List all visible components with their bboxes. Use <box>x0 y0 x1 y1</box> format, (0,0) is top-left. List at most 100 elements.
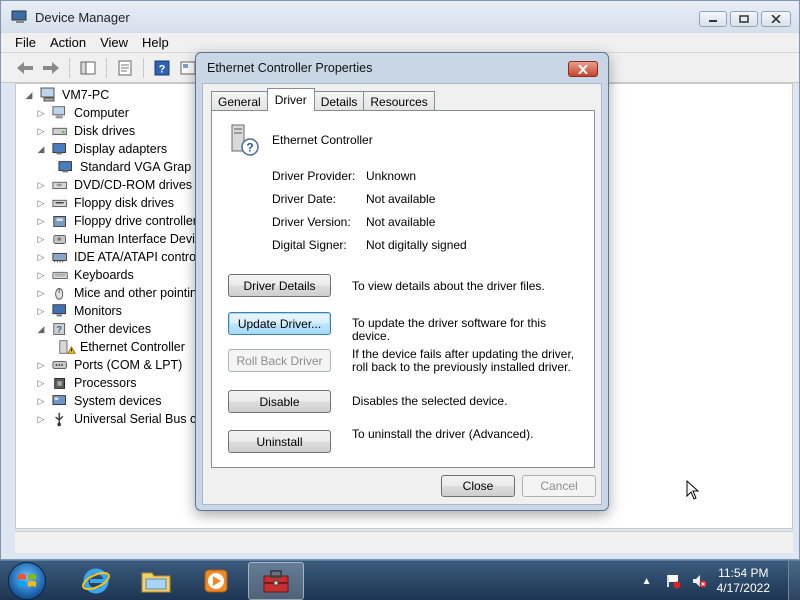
forward-button[interactable] <box>41 58 61 78</box>
update-driver-button[interactable]: Update Driver... <box>228 312 331 335</box>
expand-arrow-icon[interactable]: ▷ <box>36 378 46 388</box>
prop-key: Driver Version: <box>272 215 351 229</box>
collapse-arrow-icon[interactable]: ◢ <box>36 324 46 334</box>
tab-details[interactable]: Details <box>313 91 365 111</box>
prop-key: Driver Date: <box>272 192 337 206</box>
tree-category[interactable]: ▷ IDE ATA/ATAPI contro <box>24 248 203 266</box>
tree-category[interactable]: ▷ Computer <box>24 104 203 122</box>
menu-action[interactable]: Action <box>50 35 86 50</box>
start-button[interactable] <box>8 561 46 600</box>
expand-arrow-icon[interactable]: ▷ <box>36 108 46 118</box>
display-adapter-icon <box>52 143 66 155</box>
taskbar-device-manager[interactable] <box>248 561 304 600</box>
tree-item-label: Disk drives <box>74 124 136 138</box>
tab-driver[interactable]: Driver <box>266 88 315 111</box>
menu-help[interactable]: Help <box>142 35 169 50</box>
tree-category[interactable]: ▷ DVD/CD-ROM drives <box>24 176 203 194</box>
folder-icon <box>141 572 171 592</box>
expand-arrow-icon[interactable]: ▷ <box>36 360 46 370</box>
menu-view[interactable]: View <box>100 35 128 50</box>
floppy-controller-icon <box>53 216 66 227</box>
help-button[interactable]: ? <box>152 58 172 78</box>
tab-resources[interactable]: Resources <box>363 91 435 111</box>
update-driver-description: To update the driver software for this d… <box>352 316 547 343</box>
window-title: Device Manager <box>35 9 130 25</box>
cancel-button[interactable]: Cancel <box>522 475 596 497</box>
tree-category[interactable]: ▷ Floppy disk drives <box>24 194 203 212</box>
tree-category[interactable]: ▷ System devices <box>24 392 203 410</box>
expand-arrow-icon[interactable]: ▷ <box>36 126 46 136</box>
tree-category[interactable]: ▷ Disk drives <box>24 122 203 140</box>
menu-bar: File Action View Help <box>1 33 799 53</box>
driver-details-button[interactable]: Driver Details <box>228 274 331 297</box>
tree-category[interactable]: ▷ Mice and other pointin <box>24 284 203 302</box>
tree-root[interactable]: ◢ VM7-PC <box>24 86 203 104</box>
window-controls <box>699 11 791 27</box>
maximize-button[interactable] <box>730 11 758 27</box>
action-center-icon[interactable] <box>665 573 681 589</box>
tree-category[interactable]: ▷ Monitors <box>24 302 203 320</box>
device-tree: ◢ VM7-PC ▷ Computer ▷ Disk drives ◢ Display a… <box>24 86 203 428</box>
disable-button[interactable]: Disable <box>228 390 331 413</box>
minimize-button[interactable] <box>699 11 727 27</box>
maximize-icon <box>739 15 749 23</box>
window-close-button[interactable] <box>761 11 791 27</box>
tree-category[interactable]: ▷ Human Interface Devic <box>24 230 203 248</box>
windows-logo-icon <box>18 573 36 587</box>
show-desktop-button[interactable] <box>788 561 800 600</box>
tree-category[interactable]: ▷ Universal Serial Bus co <box>24 410 203 428</box>
show-hidden-icons-button[interactable]: ▲ <box>639 573 655 589</box>
expand-arrow-icon[interactable]: ▷ <box>36 180 46 190</box>
tree-category[interactable]: ▷ Ports (COM & LPT) <box>24 356 203 374</box>
prop-value: Not available <box>366 215 436 229</box>
tree-category[interactable]: ▷ Processors <box>24 374 203 392</box>
expand-arrow-icon[interactable]: ▷ <box>36 270 46 280</box>
tree-child-item[interactable]: Ethernet Controller <box>24 338 203 356</box>
expand-arrow-icon[interactable]: ▷ <box>36 252 46 262</box>
collapse-arrow-icon[interactable]: ◢ <box>36 144 46 154</box>
tab-general[interactable]: General <box>211 91 268 111</box>
expand-arrow-icon[interactable]: ▷ <box>36 306 46 316</box>
device-manager-icon <box>11 10 27 23</box>
back-button[interactable] <box>15 58 35 78</box>
internet-explorer-icon <box>82 568 110 593</box>
taskbar-internet-explorer[interactable] <box>68 562 124 600</box>
roll-back-driver-button[interactable]: Roll Back Driver <box>228 349 331 372</box>
dialog-close-button[interactable] <box>568 61 598 77</box>
expand-arrow-icon[interactable]: ▷ <box>36 216 46 226</box>
tree-category[interactable]: ▷ Floppy drive controller <box>24 212 203 230</box>
port-icon <box>52 360 67 370</box>
dialog-body: General Driver Details Resources ? Ether… <box>202 83 602 505</box>
mouse-cursor-icon <box>686 480 700 500</box>
uninstall-button[interactable]: Uninstall <box>228 430 331 453</box>
taskbar-media-player[interactable] <box>188 562 244 600</box>
back-arrow-icon <box>17 61 33 74</box>
tree-root-label: VM7-PC <box>62 88 110 102</box>
collapse-arrow-icon[interactable]: ◢ <box>24 90 34 100</box>
properties-button[interactable] <box>115 58 135 78</box>
dialog-title: Ethernet Controller Properties <box>207 61 373 75</box>
expand-arrow-icon[interactable]: ▷ <box>36 414 46 424</box>
device-header: ? Ethernet Controller <box>226 123 373 157</box>
tree-category[interactable]: ◢? Other devices <box>24 320 203 338</box>
prop-key: Digital Signer: <box>272 238 347 252</box>
dialog-titlebar[interactable]: Ethernet Controller Properties <box>196 53 608 83</box>
taskbar-clock[interactable]: 11:54 PM 4/17/2022 <box>717 566 770 596</box>
menu-file[interactable]: File <box>15 35 36 50</box>
volume-muted-icon[interactable] <box>691 573 707 589</box>
tree-category[interactable]: ▷ Keyboards <box>24 266 203 284</box>
tree-item-label: IDE ATA/ATAPI contro <box>74 250 197 264</box>
dm-titlebar[interactable]: Device Manager <box>1 1 799 33</box>
tree-child-item[interactable]: Standard VGA Grap <box>24 158 203 176</box>
expand-arrow-icon[interactable]: ▷ <box>36 396 46 406</box>
unknown-device-icon: ? <box>231 124 259 156</box>
expand-arrow-icon[interactable]: ▷ <box>36 288 46 298</box>
system-device-icon <box>52 395 66 406</box>
close-button[interactable]: Close <box>441 475 515 497</box>
expand-arrow-icon[interactable]: ▷ <box>36 234 46 244</box>
tree-item-label: Other devices <box>74 322 152 336</box>
tree-category[interactable]: ◢ Display adapters <box>24 140 203 158</box>
show-hide-console-tree-button[interactable] <box>78 58 98 78</box>
expand-arrow-icon[interactable]: ▷ <box>36 198 46 208</box>
taskbar-file-explorer[interactable] <box>128 562 184 600</box>
